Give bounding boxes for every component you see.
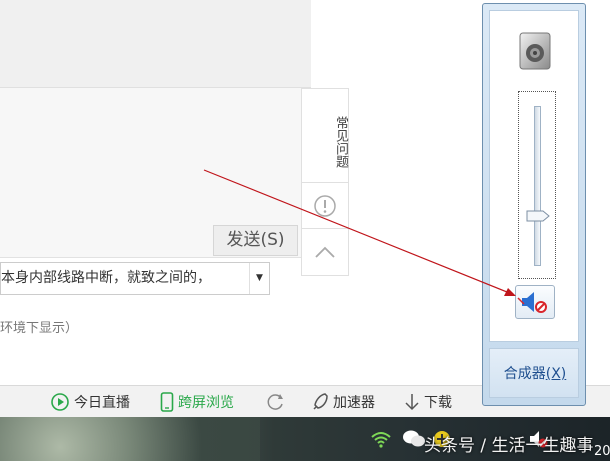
cross-screen-label: 跨屏浏览 — [178, 395, 234, 411]
faq-label: 常见问题 — [333, 115, 348, 168]
taskbar-clock[interactable]: 20 — [594, 444, 610, 459]
volume-slider-track[interactable] — [534, 106, 541, 266]
refresh-icon — [267, 394, 283, 410]
cross-screen-button[interactable]: 跨屏浏览 — [160, 390, 234, 414]
volume-slider[interactable] — [518, 91, 556, 279]
wechat-icon[interactable] — [402, 429, 426, 449]
chat-header-area — [0, 0, 311, 88]
mixer-footer: 合成器(X) — [489, 348, 579, 398]
accelerator-button[interactable]: 加速器 — [311, 390, 375, 414]
volume-slider-thumb[interactable] — [526, 210, 550, 222]
exclamation-circle-icon — [314, 195, 336, 217]
faq-button[interactable]: 常见问题 — [302, 89, 348, 183]
dropdown-arrow-icon[interactable]: ▼ — [249, 263, 269, 294]
feedback-button[interactable] — [302, 183, 348, 229]
volume-control-area — [489, 10, 579, 342]
live-today-button[interactable]: 今日直播 — [50, 390, 130, 414]
message-dropdown[interactable]: 本身内部线路中断，就致之间的， ▼ — [0, 262, 270, 295]
refresh-tool-button[interactable] — [266, 390, 286, 414]
watermark: 头条号 / 生活一生趣事 — [424, 436, 594, 456]
speaker-icon[interactable] — [518, 31, 554, 71]
play-circle-icon — [51, 393, 69, 411]
download-button[interactable]: 下载 — [404, 390, 452, 414]
volume-popup: 合成器(X) — [482, 3, 586, 406]
phone-icon — [160, 392, 174, 412]
display-note: 环境下显示） — [0, 321, 79, 336]
speaker-muted-icon — [517, 292, 547, 313]
mixer-link-label: 合成器 — [503, 366, 546, 382]
mute-button[interactable] — [515, 285, 555, 319]
live-today-label: 今日直播 — [74, 395, 130, 411]
side-toolbar: 常见问题 — [301, 88, 349, 276]
chat-panel: 发送(S) — [0, 0, 311, 258]
back-to-top-button[interactable] — [302, 229, 348, 275]
mixer-link[interactable]: 合成器(X) — [490, 363, 580, 383]
download-arrow-icon — [405, 394, 419, 411]
download-label: 下载 — [424, 395, 452, 411]
accelerator-label: 加速器 — [333, 395, 375, 411]
chevron-up-icon — [315, 246, 335, 258]
mixer-link-shortcut: (X) — [545, 366, 567, 382]
rocket-icon — [313, 393, 328, 410]
dropdown-value: 本身内部线路中断，就致之间的， — [1, 270, 211, 286]
wifi-icon[interactable] — [370, 429, 392, 449]
taskbar-wallpaper — [0, 417, 260, 461]
send-button[interactable]: 发送(S) — [213, 225, 298, 256]
